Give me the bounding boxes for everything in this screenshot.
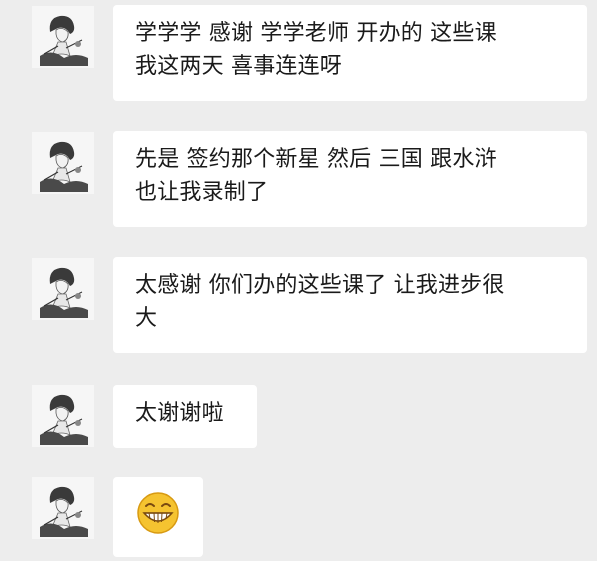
message-text-line: 太感谢 你们办的这些课了 让我进步很 bbox=[135, 273, 505, 298]
chat-message-list: 学学学 感谢 学学老师 开办的 这些课 我这两天 喜事连连呀 先是 签约那个新星… bbox=[0, 0, 597, 560]
message-text-line: 学学学 感谢 学学老师 开办的 这些课 bbox=[135, 21, 497, 46]
message-bubble[interactable]: 先是 签约那个新星 然后 三国 跟水浒 也让我录制了 bbox=[113, 131, 587, 227]
message-bubble[interactable]: 太谢谢啦 bbox=[113, 385, 257, 448]
sketch-portrait-avatar-icon bbox=[40, 141, 88, 192]
message-text-line: 先是 签约那个新星 然后 三国 跟水浒 bbox=[135, 147, 497, 172]
message-text-line: 也让我录制了 bbox=[135, 180, 269, 205]
message-bubble[interactable]: 学学学 感谢 学学老师 开办的 这些课 我这两天 喜事连连呀 bbox=[113, 5, 587, 101]
sketch-portrait-avatar-icon bbox=[40, 394, 88, 445]
avatar[interactable] bbox=[32, 6, 94, 68]
avatar[interactable] bbox=[32, 132, 94, 194]
grin-emoji-icon bbox=[137, 492, 179, 534]
message-text-line: 太谢谢啦 bbox=[135, 401, 224, 426]
message-bubble[interactable]: 太感谢 你们办的这些课了 让我进步很 大 bbox=[113, 257, 587, 353]
sketch-portrait-avatar-icon bbox=[40, 15, 88, 66]
avatar[interactable] bbox=[32, 477, 94, 539]
message-text-line: 我这两天 喜事连连呀 bbox=[135, 54, 342, 79]
sketch-portrait-avatar-icon bbox=[40, 486, 88, 537]
sketch-portrait-avatar-icon bbox=[40, 267, 88, 318]
avatar[interactable] bbox=[32, 258, 94, 320]
message-text-line: 大 bbox=[135, 306, 158, 331]
message-bubble-emoji[interactable] bbox=[113, 477, 203, 557]
avatar[interactable] bbox=[32, 385, 94, 447]
